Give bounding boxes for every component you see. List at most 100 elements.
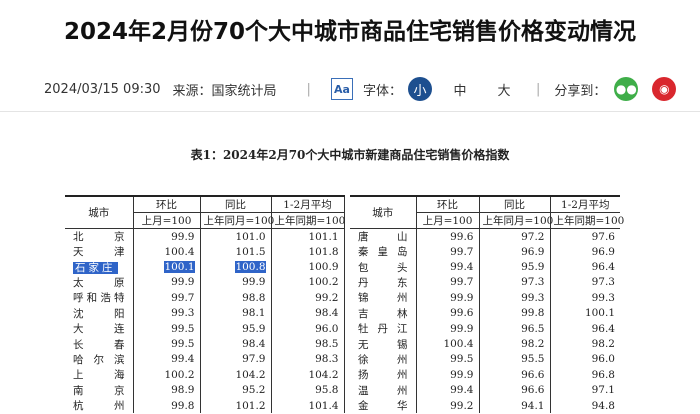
header-avg-base: 上年同期=100	[270, 212, 345, 229]
mom-value: 100.4	[415, 336, 479, 352]
yoy-value: 101.0	[199, 228, 271, 244]
yoy-value: 96.5	[478, 320, 550, 337]
mom-value: 99.5	[132, 320, 200, 337]
table-row: 牡丹江 99.9 96.5 96.4	[350, 320, 620, 337]
weibo-share-icon[interactable]: ◉	[652, 77, 677, 101]
avg-value: 101.4	[270, 397, 345, 414]
table-row: 金 华 99.2 94.1 94.8	[350, 397, 620, 414]
yoy-value: 95.9	[478, 259, 550, 275]
avg-value: 104.2	[270, 367, 345, 383]
avg-value: 96.4	[549, 320, 620, 337]
avg-value: 97.6	[549, 228, 620, 244]
mom-value: 100.2	[132, 367, 200, 383]
mom-value: 99.2	[415, 397, 479, 414]
yoy-value: 97.2	[478, 228, 550, 244]
city-name: 金 华	[358, 400, 408, 413]
mom-value: 99.4	[415, 382, 479, 398]
yoy-value: 98.8	[199, 290, 271, 306]
table-row: 锦 州 99.9 99.3 99.3	[350, 290, 620, 306]
mom-value: 99.7	[132, 290, 200, 306]
header-mom: 环比	[415, 196, 479, 213]
avg-value: 96.8	[549, 367, 620, 383]
avg-value: 96.0	[549, 351, 620, 368]
font-size-icon[interactable]: Aa	[330, 78, 353, 100]
city-name: 沈 阳	[73, 307, 125, 320]
avg-value: 96.9	[549, 244, 620, 260]
table-row: 杭 州 99.8 101.2 101.4	[65, 397, 345, 414]
mom-value: 99.7	[415, 274, 479, 291]
city-name: 呼和浩特	[73, 292, 125, 305]
font-large-button[interactable]: 大	[492, 77, 516, 101]
table-row: 太 原 99.9 99.9 100.2	[65, 274, 345, 291]
table-row: 丹 东 99.7 97.3 97.3	[350, 274, 620, 291]
table-title: 表1：2024年2月70个大中城市新建商品住宅销售价格指数	[190, 148, 510, 162]
city-name: 扬 州	[358, 369, 408, 382]
mom-value: 99.4	[132, 351, 200, 368]
avg-value: 97.3	[549, 274, 620, 291]
header-yoy: 同比	[199, 196, 271, 213]
city-name: 北 京	[73, 231, 125, 243]
yoy-value: 96.9	[478, 244, 550, 260]
yoy-value: 97.3	[478, 274, 550, 291]
header-avg: 1-2月平均	[549, 196, 620, 213]
font-medium-button[interactable]: 中	[448, 77, 472, 101]
avg-value: 98.4	[270, 305, 345, 321]
divider-line	[0, 111, 700, 112]
mom-value: 99.9	[415, 320, 479, 337]
table-row: 天 津 100.4 101.5 101.8	[65, 244, 345, 260]
mom-value: 99.3	[132, 305, 200, 321]
mom-value: 99.9	[132, 228, 200, 244]
mom-value: 99.4	[415, 259, 479, 275]
avg-value: 96.0	[270, 320, 345, 337]
header-mom-base: 上月=100	[132, 212, 200, 229]
yoy-value: 95.5	[478, 351, 550, 368]
avg-value: 100.2	[270, 274, 345, 291]
avg-value: 99.2	[270, 290, 345, 306]
avg-value: 99.3	[549, 290, 620, 306]
table-row: 南 京 98.9 95.2 95.8	[65, 382, 345, 398]
city-name: 上 海	[73, 369, 125, 382]
avg-value: 96.4	[549, 259, 620, 275]
table-row: 长 春 99.5 98.4 98.5	[65, 336, 345, 352]
yoy-value: 98.1	[199, 305, 271, 321]
publish-datetime: 2024/03/15 09:30	[44, 81, 161, 97]
city-name: 吉 林	[358, 307, 408, 320]
city-name: 丹 东	[358, 276, 408, 289]
mom-value: 100.1	[132, 259, 200, 275]
avg-value: 98.2	[549, 336, 620, 352]
avg-value: 100.9	[270, 259, 345, 275]
header-city: 城市	[65, 196, 133, 229]
city-name: 徐 州	[358, 353, 408, 366]
font-small-button[interactable]: 小	[407, 77, 432, 101]
table-row: 秦皇岛 99.7 96.9 96.9	[350, 244, 620, 260]
divider: |	[306, 81, 311, 97]
mom-value: 99.8	[132, 397, 200, 414]
article-title: 2024年2月份70个大中城市商品住宅销售价格变动情况	[63, 19, 637, 45]
city-name: 石家庄	[65, 259, 133, 274]
city-name: 秦皇岛	[358, 246, 408, 259]
source: 来源：国家统计局	[172, 83, 277, 99]
table-row: 上 海 100.2 104.2 104.2	[65, 367, 345, 383]
mom-value: 99.9	[415, 367, 479, 383]
yoy-value: 96.6	[478, 382, 550, 398]
table-row: 呼和浩特 99.7 98.8 99.2	[65, 290, 345, 306]
wechat-share-icon[interactable]: ●●	[614, 77, 639, 101]
city-name: 牡丹江	[358, 323, 408, 336]
yoy-value: 95.2	[199, 382, 271, 398]
font-label: 字体：	[362, 83, 402, 99]
yoy-value: 104.2	[199, 367, 271, 383]
yoy-value: 98.2	[478, 336, 550, 352]
mom-value: 99.7	[415, 244, 479, 260]
avg-value: 95.8	[270, 382, 345, 398]
table-row: 沈 阳 99.3 98.1 98.4	[65, 305, 345, 321]
header-avg: 1-2月平均	[270, 196, 345, 213]
yoy-value: 97.9	[199, 351, 271, 368]
yoy-value: 96.6	[478, 367, 550, 383]
yoy-value: 98.4	[199, 336, 271, 352]
header-mom-base: 上月=100	[415, 212, 479, 229]
table-row: 北 京 99.9 101.0 101.1	[65, 228, 345, 244]
header-mom: 环比	[132, 196, 200, 213]
mom-value: 99.5	[415, 351, 479, 368]
selected-text: 100.8	[235, 261, 266, 274]
avg-value: 98.3	[270, 351, 345, 368]
